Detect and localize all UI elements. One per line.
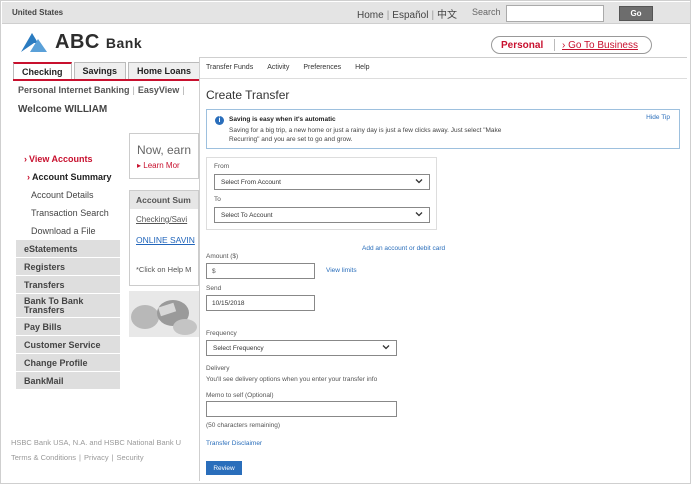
- account-summary-box: Account Sum Checking/Savi ONLINE SAVIN *…: [129, 190, 199, 286]
- chinese-link[interactable]: 中文: [437, 10, 457, 21]
- footer-disclosure: HSBC Bank USA, N.A. and HSBC National Ba…: [11, 438, 182, 447]
- hands-money-image: [129, 291, 199, 337]
- footer-links: Terms & Conditions | Privacy | Security: [11, 453, 144, 462]
- delivery-text: You'll see delivery options when you ent…: [206, 376, 378, 383]
- tab-preferences[interactable]: Preferences: [303, 64, 341, 71]
- promo-photo: [129, 291, 199, 337]
- tip-body: Saving for a big trip, a new home or jus…: [229, 127, 502, 143]
- info-icon: i: [215, 116, 224, 125]
- sidebar-item-estatements[interactable]: eStatements: [16, 240, 120, 258]
- welcome-message: Welcome WILLIAM: [18, 104, 108, 115]
- frequency-label: Frequency: [206, 330, 237, 337]
- memo-input[interactable]: [206, 401, 397, 417]
- tab-transfer-funds[interactable]: Transfer Funds: [206, 64, 253, 71]
- go-to-business-link[interactable]: › Go To Business: [555, 40, 638, 51]
- utility-bar: United States Home | Español | 中文 Search Go: [2, 2, 690, 24]
- security-link[interactable]: Security: [117, 453, 144, 462]
- sidebar-item-transaction-search[interactable]: Transaction Search: [16, 204, 120, 222]
- nav-tab-checking[interactable]: Checking: [13, 62, 72, 79]
- hide-tip-link[interactable]: Hide Tip: [646, 114, 670, 121]
- delivery-label: Delivery: [206, 365, 230, 372]
- sidebar-item-pay-bills[interactable]: Pay Bills: [16, 318, 120, 336]
- memo-label: Memo to self (Optional): [206, 392, 274, 399]
- promo-title: Now, earn: [137, 143, 192, 157]
- go-button[interactable]: Go: [619, 6, 653, 21]
- region-label: United States: [12, 8, 64, 17]
- search-input[interactable]: [506, 5, 604, 22]
- promo-link-text: Learn Mor: [143, 161, 180, 170]
- nav-tab-home-loans[interactable]: Home Loans: [128, 62, 201, 79]
- memo-remaining: (50 characters remaining): [206, 422, 281, 429]
- sidebar-item-registers[interactable]: Registers: [16, 258, 120, 276]
- to-account-value: Select To Account: [221, 212, 273, 219]
- bank-to-bank-line2: Transfers: [24, 304, 65, 315]
- product-nav: Checking Savings Home Loans: [13, 62, 202, 79]
- logo-suffix: Bank: [105, 34, 143, 51]
- chevron-down-icon: [415, 179, 423, 184]
- sidebar-item-change-profile[interactable]: Change Profile: [16, 354, 120, 372]
- view-limits-link[interactable]: View limits: [326, 267, 357, 274]
- page-title: Create Transfer: [206, 88, 290, 102]
- online-savings-link[interactable]: ONLINE SAVIN: [136, 235, 195, 245]
- from-account-value: Select From Account: [221, 179, 281, 186]
- nav-tab-savings[interactable]: Savings: [73, 62, 127, 79]
- personal-internet-banking-link[interactable]: Personal Internet Banking: [18, 85, 130, 95]
- sidebar-item-download-file[interactable]: Download a File: [16, 222, 120, 240]
- help-note: *Click on Help M: [136, 265, 192, 274]
- account-summary-heading: Account Sum: [130, 191, 198, 209]
- sidebar-item-bank-to-bank[interactable]: Bank To Bank Transfers: [16, 294, 120, 318]
- create-transfer-panel: Transfer Funds Activity Preferences Help…: [199, 57, 687, 481]
- terms-link[interactable]: Terms & Conditions: [11, 453, 76, 462]
- segment-switch: Personal › Go To Business: [491, 36, 652, 54]
- promo-banner[interactable]: Now, earn ▸ Learn Mor: [129, 133, 199, 179]
- sidebar-item-account-summary[interactable]: Account Summary: [16, 168, 120, 186]
- tip-title: Saving is easy when it's automatic: [229, 116, 336, 123]
- logo-text: ABC Bank: [55, 31, 142, 54]
- to-label: To: [214, 196, 221, 203]
- bank-logo[interactable]: ABC Bank: [19, 30, 142, 54]
- sidebar-item-account-details[interactable]: Account Details: [16, 186, 120, 204]
- browser-viewport: United States Home | Español | 中文 Search Go …: [0, 0, 691, 484]
- add-account-link[interactable]: Add an account or debit card: [362, 245, 445, 252]
- sidebar-item-transfers[interactable]: Transfers: [16, 276, 120, 294]
- amount-input[interactable]: $: [206, 263, 315, 279]
- frequency-value: Select Frequency: [213, 345, 264, 352]
- tabs-divider: [200, 78, 687, 79]
- utility-links: Home | Español | 中文: [357, 10, 458, 21]
- chevron-down-icon: [415, 212, 423, 217]
- nav-underline: [13, 79, 199, 81]
- frequency-select[interactable]: Select Frequency: [206, 340, 397, 356]
- to-account-select[interactable]: Select To Account: [214, 207, 430, 223]
- sidebar: View Accounts Account Summary Account De…: [16, 150, 120, 390]
- amount-label: Amount ($): [206, 253, 239, 260]
- personal-tab[interactable]: Personal: [492, 40, 554, 51]
- panel-tabs: Transfer Funds Activity Preferences Help: [206, 64, 384, 71]
- tab-activity[interactable]: Activity: [267, 64, 289, 71]
- bank-to-bank-label: Bank To Bank Transfers: [24, 296, 83, 315]
- sub-navigation: Personal Internet Banking | EasyView |: [18, 85, 185, 95]
- search-label: Search: [472, 7, 501, 17]
- espanol-link[interactable]: Español: [392, 10, 428, 21]
- sidebar-item-bankmail[interactable]: BankMail: [16, 372, 120, 390]
- logo-name: ABC: [55, 30, 100, 53]
- chevron-down-icon: [382, 345, 390, 350]
- logo-mountain-icon: [21, 33, 47, 52]
- easyview-link[interactable]: EasyView: [138, 85, 179, 95]
- send-label: Send: [206, 285, 222, 292]
- send-date-input[interactable]: 10/15/2018: [206, 295, 315, 311]
- from-to-section: From Select From Account To Select To Ac…: [206, 157, 437, 230]
- checking-savings-link[interactable]: Checking/Savi: [136, 215, 187, 224]
- transfer-disclaimer-link[interactable]: Transfer Disclaimer: [206, 440, 262, 447]
- savings-tip: i Saving is easy when it's automatic Sav…: [206, 109, 680, 149]
- promo-link[interactable]: ▸ Learn Mor: [137, 161, 180, 170]
- tab-help[interactable]: Help: [355, 64, 369, 71]
- home-link[interactable]: Home: [357, 10, 384, 21]
- from-account-select[interactable]: Select From Account: [214, 174, 430, 190]
- privacy-link[interactable]: Privacy: [84, 453, 109, 462]
- from-label: From: [214, 163, 230, 170]
- sidebar-item-view-accounts[interactable]: View Accounts: [16, 150, 120, 168]
- review-button[interactable]: Review: [206, 461, 242, 475]
- sidebar-item-customer-service[interactable]: Customer Service: [16, 336, 120, 354]
